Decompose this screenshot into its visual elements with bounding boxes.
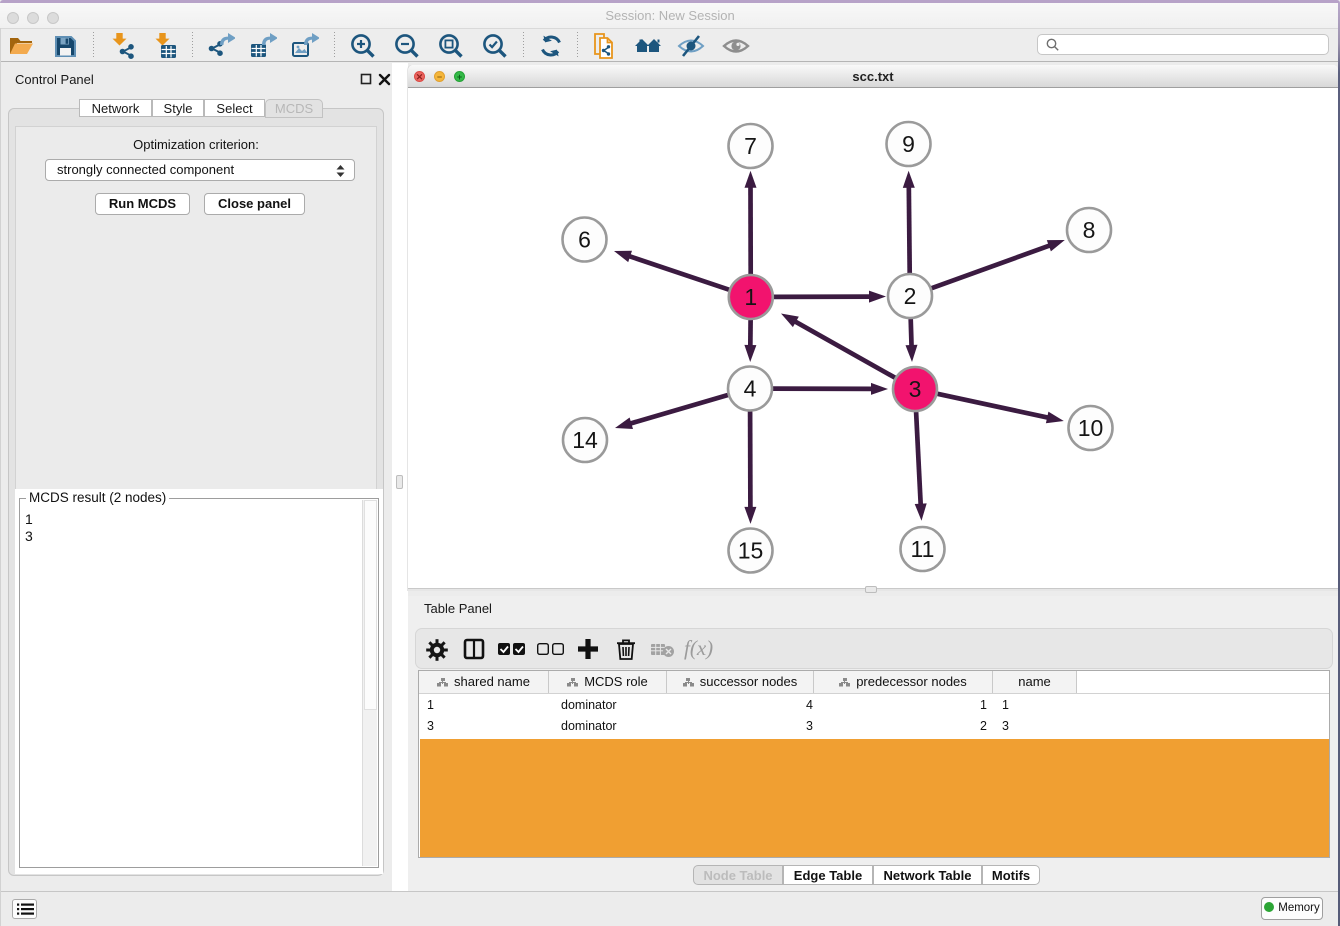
svg-text:14: 14 xyxy=(572,427,598,453)
svg-text:7: 7 xyxy=(744,133,757,159)
svg-text:3: 3 xyxy=(909,376,922,402)
svg-text:1: 1 xyxy=(744,284,757,310)
svg-text:8: 8 xyxy=(1083,217,1096,243)
svg-text:11: 11 xyxy=(911,536,935,562)
svg-text:2: 2 xyxy=(904,283,917,309)
svg-text:4: 4 xyxy=(744,376,757,402)
svg-text:6: 6 xyxy=(578,227,591,253)
svg-text:9: 9 xyxy=(902,131,915,157)
svg-text:10: 10 xyxy=(1078,415,1104,441)
svg-text:15: 15 xyxy=(738,538,764,564)
